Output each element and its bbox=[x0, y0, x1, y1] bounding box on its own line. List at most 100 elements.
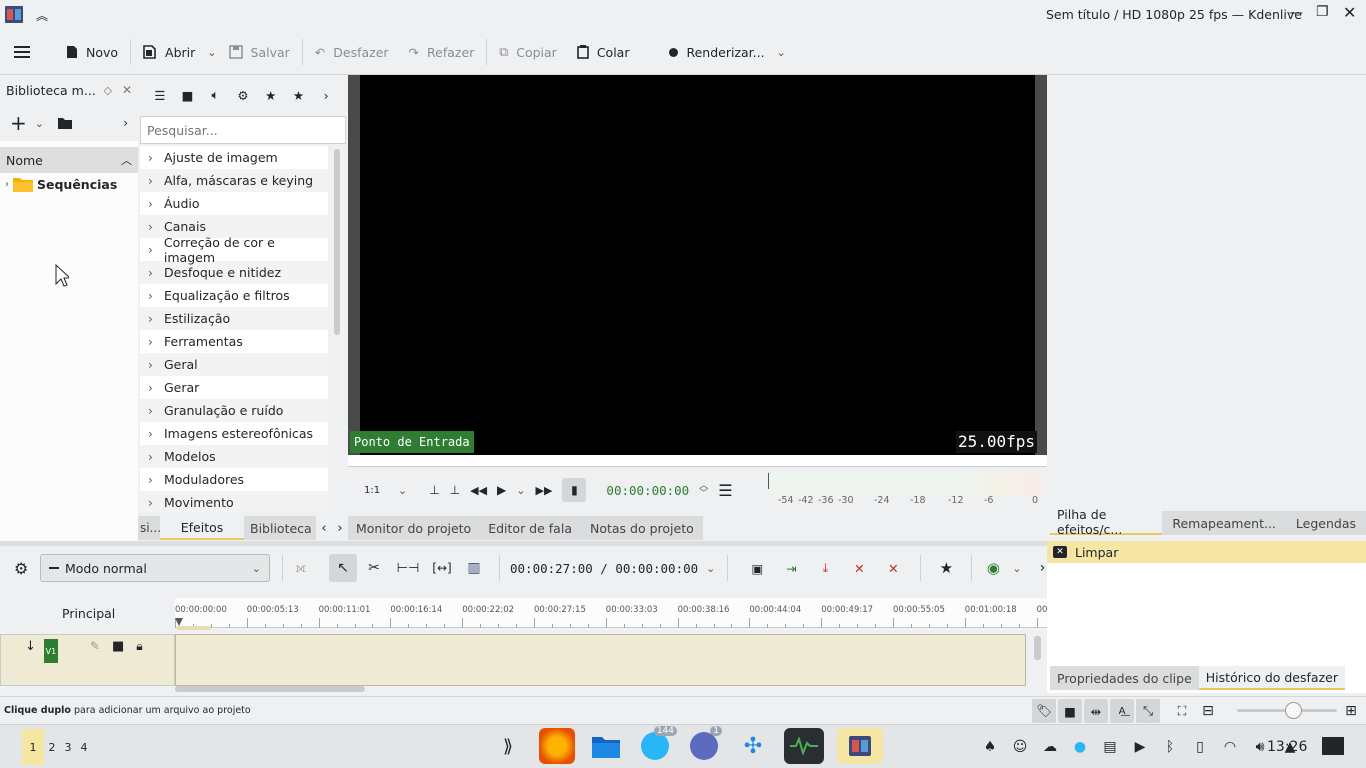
insert-clip-icon[interactable]: ⇥ bbox=[774, 561, 808, 576]
hamburger-menu-icon[interactable] bbox=[8, 40, 36, 64]
zoom-dropdown-icon[interactable]: ⌄ bbox=[398, 484, 407, 497]
multicam-tool-icon[interactable]: ▥ bbox=[459, 560, 489, 576]
effect-category-item[interactable]: › Gerar bbox=[140, 376, 328, 399]
set-out-point-icon[interactable]: ⊥ bbox=[450, 483, 460, 497]
tab-effects[interactable]: Efeitos bbox=[160, 516, 244, 540]
expand-chevron-icon[interactable]: › bbox=[148, 220, 158, 234]
razor-tool-icon[interactable]: ✂ bbox=[357, 560, 391, 576]
column-header[interactable]: Nome ︿ bbox=[0, 147, 138, 173]
tab-effect-stack[interactable]: Pilha de efeitos/c... bbox=[1050, 507, 1163, 537]
expand-chevron-icon[interactable]: › bbox=[148, 197, 158, 211]
video-thumbs-icon[interactable]: ■ bbox=[1058, 699, 1082, 723]
tab-project-notes[interactable]: Notas do projeto bbox=[580, 516, 703, 540]
new-button[interactable]: Novo bbox=[58, 37, 126, 67]
track-collapse-icon[interactable]: ↓ bbox=[25, 639, 36, 654]
video-display[interactable] bbox=[360, 75, 1035, 455]
video-effects-icon[interactable]: ■ bbox=[178, 83, 198, 107]
desktop-4[interactable]: 4 bbox=[76, 741, 92, 754]
zoom-level[interactable]: 1:1 bbox=[364, 485, 388, 496]
firefox-icon[interactable] bbox=[539, 728, 575, 764]
template-effects-icon[interactable]: ★ bbox=[289, 83, 309, 107]
expand-chevron-icon[interactable]: › bbox=[148, 381, 158, 395]
effect-category-item[interactable]: › Moduladores bbox=[140, 468, 328, 491]
add-folder-icon[interactable] bbox=[57, 117, 72, 129]
record-audio-icon[interactable]: ◉ bbox=[982, 559, 1004, 577]
custom-effects-icon[interactable]: ⚙ bbox=[233, 83, 253, 107]
zoom-slider-handle[interactable] bbox=[1285, 702, 1302, 719]
zoom-out-icon[interactable]: ⊟ bbox=[1196, 699, 1220, 723]
maximize-button[interactable]: ❐ bbox=[1316, 4, 1329, 20]
expand-chevron-icon[interactable]: › bbox=[148, 312, 158, 326]
tab-clip-properties[interactable]: Propriedades do clipe bbox=[1050, 666, 1199, 690]
edit-mode-select[interactable]: Modo normal ⌄ bbox=[40, 554, 270, 582]
float-panel-icon[interactable]: ◇ bbox=[103, 84, 111, 97]
timeline-hscrollbar[interactable] bbox=[175, 686, 365, 692]
expand-chevron-icon[interactable]: › bbox=[148, 266, 158, 280]
timeline-more-icon[interactable]: › bbox=[1040, 560, 1046, 576]
effect-category-item[interactable]: › Ajuste de imagem bbox=[140, 146, 328, 169]
selection-tool-icon[interactable]: ↖ bbox=[329, 554, 357, 582]
tab-scroll-right-icon[interactable]: › bbox=[332, 521, 348, 536]
render-dropdown-chevron-icon[interactable]: ⌄ bbox=[777, 46, 786, 59]
clock[interactable]: 13:26 bbox=[1267, 739, 1307, 755]
panel-splitter[interactable] bbox=[0, 541, 1047, 546]
effect-category-item[interactable]: › Estilização bbox=[140, 307, 328, 330]
effect-category-item[interactable]: › Alfa, máscaras e keying bbox=[140, 169, 328, 192]
tab-speech-editor[interactable]: Editor de fala bbox=[479, 516, 581, 540]
add-clip-dropdown-icon[interactable]: ⌄ bbox=[35, 117, 44, 130]
file-manager-icon[interactable] bbox=[588, 728, 624, 764]
desktop-3[interactable]: 3 bbox=[60, 741, 76, 754]
fit-zoom-icon[interactable]: ⛶ bbox=[1170, 699, 1194, 723]
monitor-timecode[interactable]: 00:00:00:00 bbox=[606, 483, 689, 498]
favorite-effects-icon[interactable]: ★ bbox=[261, 83, 281, 107]
timeline-timecode[interactable]: 00:00:27:00 / 00:00:00:00 bbox=[510, 561, 698, 576]
tray-media-icon[interactable]: ▶ bbox=[1128, 735, 1152, 759]
effect-category-item[interactable]: › Correção de cor e imagem bbox=[140, 235, 328, 265]
fast-forward-icon[interactable]: ▶▶ bbox=[536, 484, 553, 497]
play-icon[interactable]: ▶ bbox=[497, 483, 506, 497]
play-dropdown-icon[interactable]: ⌄ bbox=[516, 484, 525, 497]
track-lock-icon[interactable]: 🔒︎ bbox=[136, 639, 142, 654]
more-tools-icon[interactable]: › bbox=[123, 116, 128, 130]
rewind-icon[interactable]: ◀◀ bbox=[470, 484, 487, 497]
overwrite-zone-icon[interactable]: ▣ bbox=[740, 561, 774, 576]
add-clip-icon[interactable]: + bbox=[10, 111, 27, 135]
expand-chevron-icon[interactable]: › bbox=[148, 427, 158, 441]
effects-search-input[interactable] bbox=[140, 116, 346, 144]
zoom-in-icon[interactable]: ⊞ bbox=[1339, 699, 1363, 723]
tab-project-monitor[interactable]: Monitor do projeto bbox=[348, 516, 480, 540]
tray-app-icon[interactable]: ♠ bbox=[978, 735, 1002, 759]
tab-bin-sequences[interactable]: si... bbox=[138, 516, 161, 540]
redo-button[interactable]: ↷ Refazer bbox=[401, 37, 483, 67]
expand-chevron-icon[interactable]: › bbox=[148, 404, 158, 418]
tab-scroll-left-icon[interactable]: ‹ bbox=[316, 521, 332, 536]
tray-telegram-icon[interactable]: ● bbox=[1068, 735, 1092, 759]
expand-chevron-icon[interactable]: › bbox=[148, 151, 158, 165]
track-v1-area[interactable] bbox=[175, 634, 1026, 686]
paste-button[interactable]: Colar bbox=[569, 37, 638, 67]
telegram-icon[interactable]: 144 bbox=[637, 726, 677, 764]
clear-history-row[interactable]: ✕ Limpar bbox=[1047, 541, 1366, 563]
bin-item-sequences[interactable]: › Sequências bbox=[0, 173, 138, 195]
effects-scrollbar[interactable] bbox=[334, 149, 340, 335]
tray-cloud-icon[interactable]: ☁ bbox=[1038, 735, 1062, 759]
open-button[interactable]: Abrir bbox=[135, 37, 203, 67]
expand-chevron-icon[interactable]: › bbox=[148, 174, 158, 188]
copy-button[interactable]: ⧉ Copiar bbox=[491, 37, 565, 67]
track-v1-label[interactable]: V1 bbox=[43, 639, 58, 663]
timecode-dropdown-icon[interactable]: ⌄ bbox=[706, 562, 715, 575]
tray-wifi-icon[interactable]: ◠ bbox=[1218, 735, 1242, 759]
monitor-seek-bar[interactable] bbox=[348, 455, 1047, 467]
expand-chevron-icon[interactable]: › bbox=[148, 496, 158, 510]
tray-battery-icon[interactable]: ▯ bbox=[1188, 735, 1212, 759]
kdenlive-task-icon[interactable] bbox=[837, 728, 883, 764]
spacer-tool-icon[interactable]: ⊢⊣ bbox=[391, 561, 425, 576]
all-effects-list-icon[interactable]: ☰ bbox=[150, 83, 170, 107]
record-dropdown-icon[interactable]: ⌄ bbox=[1012, 562, 1021, 575]
effect-category-item[interactable]: › Áudio bbox=[140, 192, 328, 215]
playhead-marker-icon[interactable] bbox=[175, 618, 183, 626]
tab-time-remap[interactable]: Remapeament... bbox=[1162, 511, 1286, 535]
minimize-button[interactable]: — bbox=[1289, 5, 1303, 21]
close-window-button[interactable]: ✕ bbox=[1343, 3, 1356, 22]
monitor-menu-icon[interactable]: ☰ bbox=[718, 481, 732, 500]
